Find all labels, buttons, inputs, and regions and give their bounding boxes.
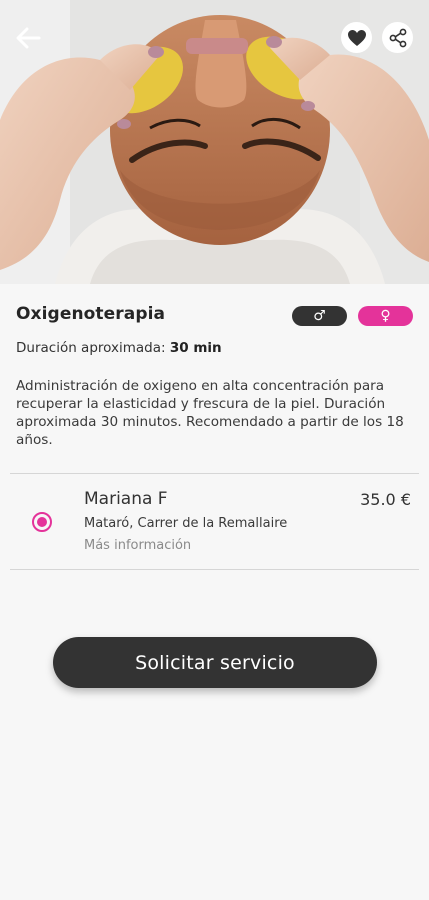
- request-service-label: Solicitar servicio: [135, 651, 295, 674]
- duration-value: 30 min: [169, 340, 222, 356]
- provider-price: 35.0 €: [360, 490, 411, 509]
- share-icon: [389, 28, 406, 47]
- gender-male-badge: ♂: [292, 306, 347, 326]
- male-symbol-icon: ♂: [313, 308, 326, 324]
- female-symbol-icon: ♀: [380, 308, 391, 324]
- service-hero-image: [0, 0, 429, 284]
- favorite-button[interactable]: [341, 22, 372, 53]
- provider-address: Mataró, Carrer de la Remallaire: [84, 516, 288, 531]
- share-button[interactable]: [382, 22, 413, 53]
- gender-female-badge: ♀: [358, 306, 413, 326]
- divider-top: [10, 473, 419, 474]
- radio-selected-dot: [37, 517, 47, 527]
- provider-name: Mariana F: [84, 489, 168, 509]
- provider-radio[interactable]: [32, 512, 52, 532]
- heart-icon: [347, 29, 366, 46]
- divider-bottom: [10, 569, 419, 570]
- back-button[interactable]: [10, 22, 46, 54]
- arrow-left-icon: [16, 27, 41, 49]
- duration-label: Duración aproximada:: [16, 340, 166, 356]
- request-service-button[interactable]: Solicitar servicio: [53, 637, 377, 688]
- service-title: Oxigenoterapia: [16, 304, 166, 324]
- provider-option[interactable]: Mariana F 35.0 € Mataró, Carrer de la Re…: [10, 476, 419, 568]
- more-info-link[interactable]: Más información: [84, 538, 191, 553]
- service-description: Administración de oxigeno en alta concen…: [16, 378, 404, 448]
- duration-info: Duración aproximada: 30 min: [16, 340, 222, 356]
